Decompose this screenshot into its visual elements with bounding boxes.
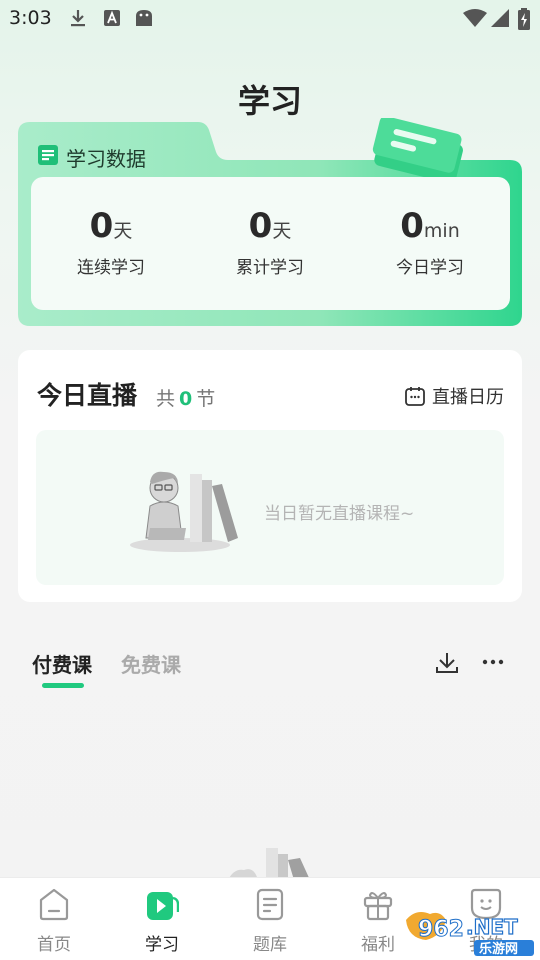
empty-courses-illustration-icon [228, 848, 310, 880]
live-count: 共0节 [156, 384, 215, 411]
home-icon [39, 888, 69, 921]
stat-unit: min [423, 220, 460, 242]
stat-value: 0 [400, 206, 424, 246]
question-bank-icon [256, 888, 284, 921]
battery-charging-icon [518, 8, 530, 30]
cellular-signal-icon [491, 9, 509, 27]
active-tab-indicator [42, 683, 84, 688]
live-count-prefix: 共 [156, 388, 176, 410]
tab-paid-courses[interactable]: 付费课 [32, 649, 92, 678]
svg-text:.NET: .NET [466, 915, 518, 939]
nav-label: 题库 [253, 935, 287, 955]
calendar-icon [405, 387, 425, 406]
gift-icon [363, 892, 393, 921]
stat-label: 连续学习 [77, 258, 145, 278]
data-document-icon [38, 145, 58, 165]
page-title: 学习 [237, 82, 302, 120]
android-notification-icon [136, 10, 152, 26]
books-decoration-icon [372, 118, 463, 182]
study-play-icon [147, 892, 179, 920]
stat-unit: 天 [272, 220, 292, 242]
status-time: 3:03 [9, 7, 52, 29]
live-count-value: 0 [179, 388, 193, 410]
svg-text:962: 962 [418, 917, 464, 942]
today-live-card: 今日直播 共0节 直播日历 当日暂无直播课程~ [18, 350, 522, 602]
more-options-icon[interactable] [481, 650, 505, 674]
live-calendar-label: 直播日历 [432, 387, 504, 408]
stat-value: 0 [89, 206, 114, 246]
nav-item-question-bank[interactable]: 题库 [216, 878, 324, 960]
nav-item-study[interactable]: 学习 [108, 878, 216, 960]
study-stats-panel: 0天 连续学习 0天 累计学习 0min 今日学习 [31, 177, 510, 310]
study-stats-title: 学习数据 [66, 147, 146, 171]
empty-reading-illustration-icon [130, 471, 238, 552]
stat-unit: 天 [113, 220, 133, 242]
svg-text:乐游网: 乐游网 [479, 941, 518, 957]
stat-label: 今日学习 [396, 258, 464, 278]
site-watermark-logo: 962 .NET 乐游网 [406, 912, 534, 957]
download-notification-icon [71, 10, 85, 27]
nav-item-home[interactable]: 首页 [0, 878, 108, 960]
live-empty-state: 当日暂无直播课程~ [36, 430, 504, 585]
status-bar: 3:03 [0, 0, 540, 36]
keyboard-notification-icon [104, 10, 120, 26]
live-empty-text: 当日暂无直播课程~ [264, 504, 415, 524]
today-live-title: 今日直播 [37, 381, 138, 410]
stat-value: 0 [248, 206, 273, 246]
nav-label: 学习 [145, 935, 179, 955]
live-count-suffix: 节 [196, 388, 216, 410]
wifi-icon [463, 9, 487, 27]
nav-label: 首页 [37, 935, 71, 955]
stat-label: 累计学习 [236, 258, 304, 278]
live-calendar-button[interactable]: 直播日历 [404, 383, 504, 409]
download-icon[interactable] [434, 650, 460, 676]
tab-free-courses[interactable]: 免费课 [121, 649, 181, 678]
